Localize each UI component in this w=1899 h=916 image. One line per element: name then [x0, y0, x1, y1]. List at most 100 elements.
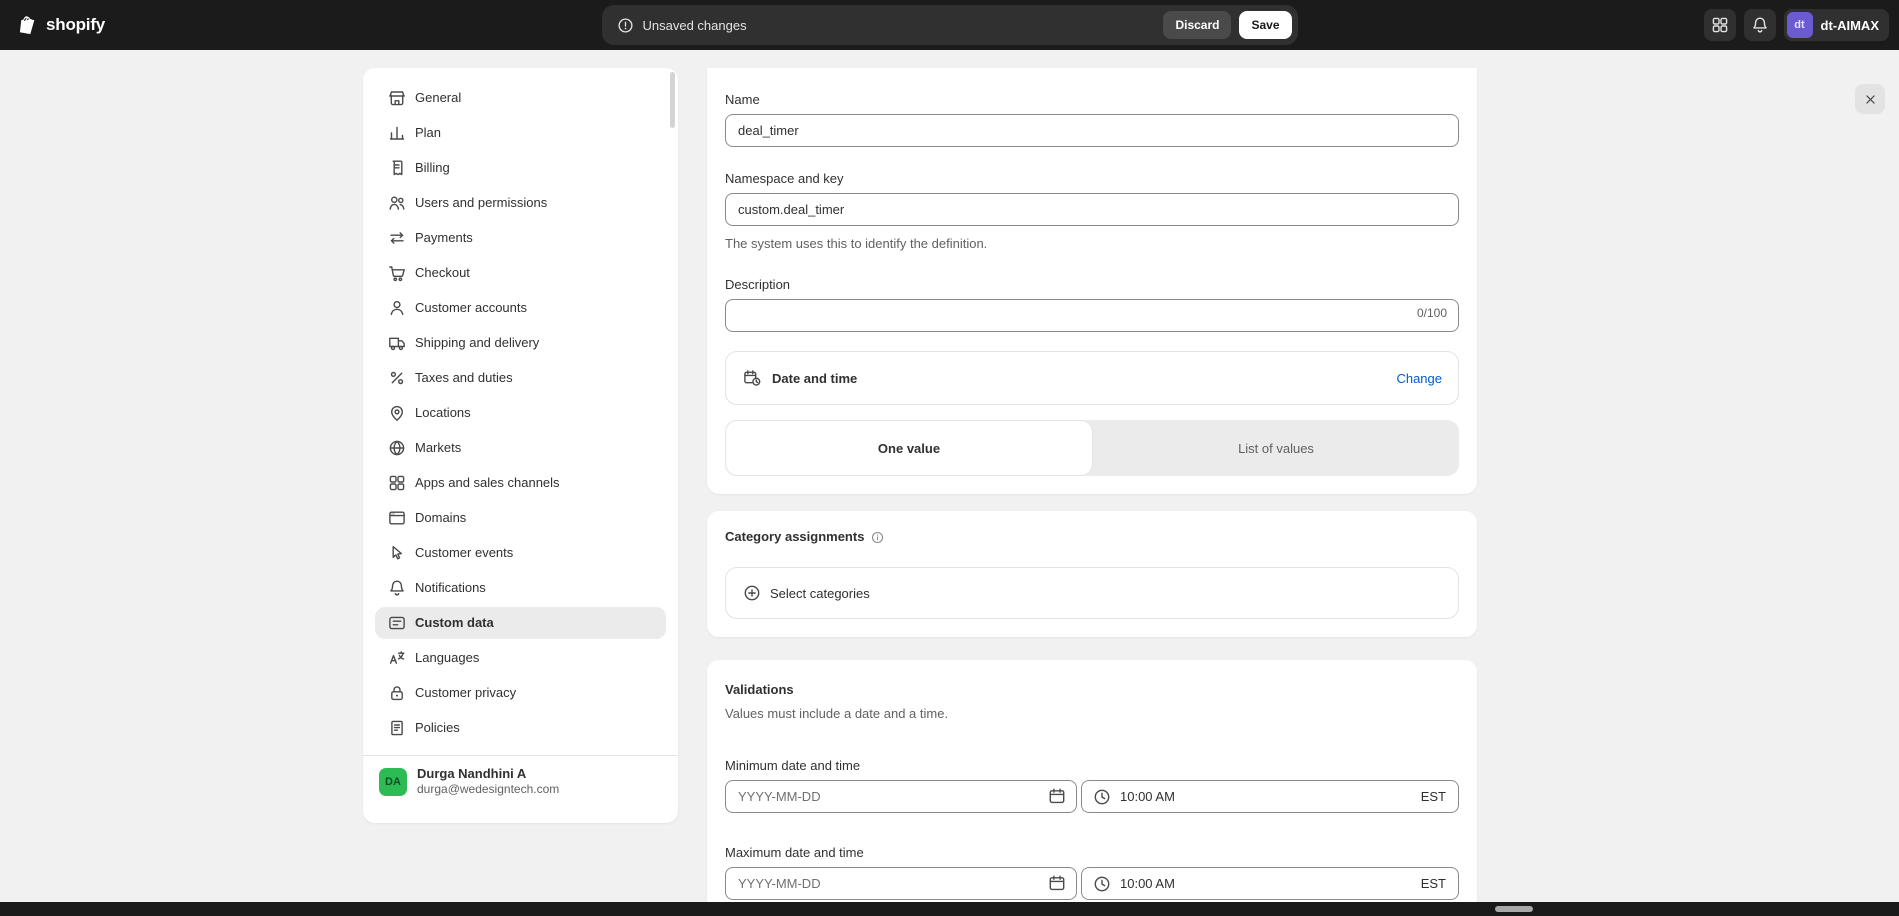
change-type-link[interactable]: Change: [1396, 371, 1442, 386]
sidebar-item-label: Users and permissions: [415, 193, 547, 213]
plan-icon: [387, 123, 407, 143]
clock-icon: [1092, 874, 1112, 894]
shopify-admin-screen: shopify Unsaved changes Discard Save dt …: [0, 0, 1899, 916]
apps-grid-icon: [1710, 15, 1730, 35]
validations-subtitle: Values must include a date and a time.: [725, 704, 1459, 724]
validations-title: Validations: [725, 680, 1459, 700]
cursor-icon: [387, 543, 407, 563]
sidebar-item-taxes-and-duties[interactable]: Taxes and duties: [375, 362, 666, 394]
sidebar-item-checkout[interactable]: Checkout: [375, 257, 666, 289]
sidebar-item-plan[interactable]: Plan: [375, 117, 666, 149]
select-categories-button[interactable]: Select categories: [725, 567, 1459, 619]
max-date-input[interactable]: [725, 867, 1077, 900]
sidebar-scrollbar-thumb[interactable]: [670, 72, 675, 128]
person-icon: [387, 298, 407, 318]
namespace-label: Namespace and key: [725, 169, 1459, 189]
discard-button[interactable]: Discard: [1163, 11, 1231, 39]
sidebar-item-policies[interactable]: Policies: [375, 712, 666, 744]
domains-icon: [387, 508, 407, 528]
description-input[interactable]: [725, 299, 1459, 332]
namespace-input[interactable]: [725, 193, 1459, 226]
content-type-label: Date and time: [772, 371, 857, 386]
one-value-option[interactable]: One value: [725, 420, 1093, 476]
min-date-input[interactable]: [725, 780, 1077, 813]
checkout-icon: [387, 263, 407, 283]
sidebar-item-payments[interactable]: Payments: [375, 222, 666, 254]
sidebar-item-billing[interactable]: Billing: [375, 152, 666, 184]
sidebar-account: DA Durga Nandhini A durga@wedesigntech.c…: [375, 756, 666, 807]
user-avatar: dt: [1787, 12, 1813, 38]
sidebar-item-notifications[interactable]: Notifications: [375, 572, 666, 604]
validations-card: Validations Values must include a date a…: [707, 660, 1477, 916]
sidebar-item-label: Markets: [415, 438, 461, 458]
max-time-input[interactable]: 10:00 AM EST: [1081, 867, 1459, 900]
sidebar-item-customer-accounts[interactable]: Customer accounts: [375, 292, 666, 324]
topbar-right-group: dt dt-AIMAX: [1704, 9, 1890, 41]
lock-icon: [387, 683, 407, 703]
sidebar-item-label: Notifications: [415, 578, 486, 598]
user-menu[interactable]: dt dt-AIMAX: [1784, 9, 1890, 41]
sidebar-item-label: Shipping and delivery: [415, 333, 539, 353]
select-categories-label: Select categories: [770, 586, 870, 601]
sidebar-item-custom-data[interactable]: Custom data: [375, 607, 666, 639]
customdata-icon: [387, 613, 407, 633]
min-time-value: 10:00 AM: [1120, 789, 1175, 804]
sidebar-item-general[interactable]: General: [375, 82, 666, 114]
sidebar-item-label: Plan: [415, 123, 441, 143]
bottom-bar: [0, 902, 1899, 916]
sidebar-item-label: Billing: [415, 158, 450, 178]
horizontal-scrollbar-thumb[interactable]: [1495, 906, 1533, 912]
truck-icon: [387, 333, 407, 353]
billing-icon: [387, 158, 407, 178]
apps-grid-button[interactable]: [1704, 9, 1736, 41]
users-icon: [387, 193, 407, 213]
payments-icon: [387, 228, 407, 248]
character-counter: 0/100: [1417, 306, 1447, 320]
sidebar-item-markets[interactable]: Markets: [375, 432, 666, 464]
notifications-button[interactable]: [1744, 9, 1776, 41]
min-timezone-label: EST: [1421, 789, 1446, 804]
globe-icon: [387, 438, 407, 458]
policies-icon: [387, 718, 407, 738]
sidebar-item-languages[interactable]: Languages: [375, 642, 666, 674]
settings-nav-list: General Plan Billing Users and permissions P…: [375, 82, 666, 744]
min-date-time-label: Minimum date and time: [725, 756, 1459, 776]
calendar-icon[interactable]: [1047, 786, 1067, 806]
sidebar-item-label: Customer accounts: [415, 298, 527, 318]
sidebar-item-label: Taxes and duties: [415, 368, 513, 388]
content-type-row: Date and time Change: [725, 351, 1459, 405]
max-time-value: 10:00 AM: [1120, 876, 1175, 891]
bell-icon: [1750, 15, 1770, 35]
plus-circle-icon: [742, 583, 762, 603]
sidebar-item-domains[interactable]: Domains: [375, 502, 666, 534]
clock-icon: [1092, 787, 1112, 807]
calendar-icon[interactable]: [1047, 873, 1067, 893]
sidebar-item-locations[interactable]: Locations: [375, 397, 666, 429]
sidebar-item-label: Locations: [415, 403, 471, 423]
sidebar-item-shipping-and-delivery[interactable]: Shipping and delivery: [375, 327, 666, 359]
name-label: Name: [725, 90, 1459, 110]
shopify-wordmark: shopify: [46, 15, 105, 35]
sidebar-item-customer-events[interactable]: Customer events: [375, 537, 666, 569]
close-settings-button[interactable]: [1855, 84, 1885, 114]
sidebar-item-label: Checkout: [415, 263, 470, 283]
sidebar-item-customer-privacy[interactable]: Customer privacy: [375, 677, 666, 709]
min-time-input[interactable]: 10:00 AM EST: [1081, 780, 1459, 813]
definition-card: Name Namespace and key The system uses t…: [707, 68, 1477, 494]
sidebar-item-label: Payments: [415, 228, 473, 248]
shopify-logo[interactable]: shopify: [16, 13, 105, 37]
unsaved-changes-bar: Unsaved changes Discard Save: [602, 5, 1298, 45]
save-button[interactable]: Save: [1239, 11, 1291, 39]
list-of-values-option[interactable]: List of values: [1093, 420, 1459, 476]
namespace-help-text: The system uses this to identify the def…: [725, 234, 1459, 254]
info-icon[interactable]: [870, 530, 885, 545]
name-input[interactable]: [725, 114, 1459, 147]
bell-icon: [387, 578, 407, 598]
taxes-icon: [387, 368, 407, 388]
sidebar-item-label: Policies: [415, 718, 460, 738]
store-icon: [387, 88, 407, 108]
sidebar-item-users-and-permissions[interactable]: Users and permissions: [375, 187, 666, 219]
value-cardinality-toggle: One value List of values: [725, 420, 1459, 476]
sidebar-item-apps-and-sales-channels[interactable]: Apps and sales channels: [375, 467, 666, 499]
sidebar-item-label: Languages: [415, 648, 479, 668]
